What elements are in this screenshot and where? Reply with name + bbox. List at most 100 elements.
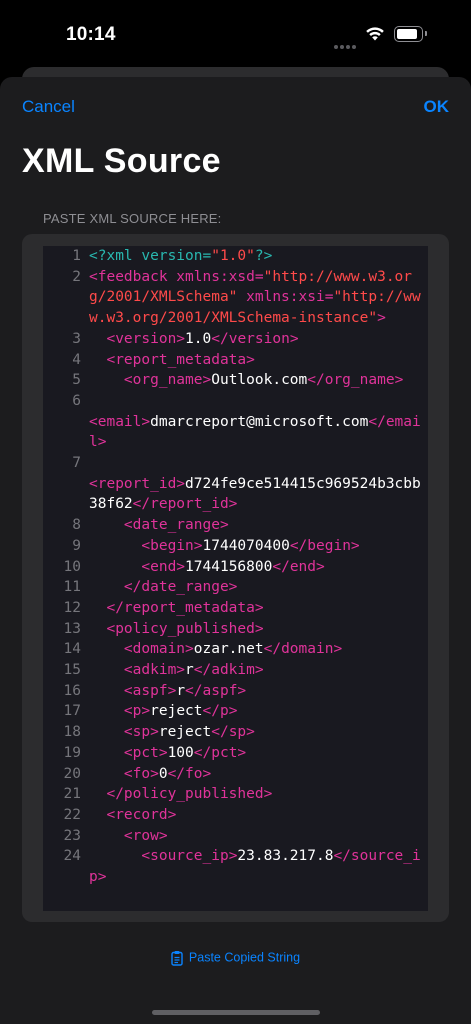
code-text: <org_name>Outlook.com</org_name> — [89, 370, 423, 391]
code-text: <fo>0</fo> — [89, 764, 423, 785]
code-token: <row> — [123, 827, 168, 844]
line-number: 21 — [63, 786, 81, 803]
code-token: <p> — [123, 703, 151, 720]
line-number: 24 — [63, 848, 81, 865]
code-text: </report_metadata> — [89, 598, 423, 619]
line-number: 17 — [63, 703, 81, 720]
code-token: ozar.net — [193, 641, 264, 658]
code-line: 6 <email>dmarcreport@microsoft.com</emai… — [43, 391, 428, 453]
cancel-button[interactable]: Cancel — [22, 97, 75, 117]
line-number: 19 — [63, 744, 81, 761]
line-number: 16 — [63, 682, 81, 699]
code-line: 21 </policy_published> — [43, 784, 428, 805]
code-token: </fo> — [167, 765, 212, 782]
code-text: </policy_published> — [89, 784, 423, 805]
line-number: 2 — [72, 268, 81, 285]
code-token: reject — [158, 724, 212, 741]
section-header: PASTE XML SOURCE HERE: — [43, 211, 222, 226]
code-token: </policy_published> — [106, 786, 273, 803]
line-number: 9 — [72, 537, 81, 554]
home-indicator — [152, 1010, 320, 1015]
code-token: r — [185, 662, 194, 679]
code-token: ?> — [254, 248, 273, 264]
code-token: <domain> — [123, 641, 194, 658]
code-line: 20 <fo>0</fo> — [43, 764, 428, 785]
code-line: 7 <report_id>d724fe9ce514415c969524b3cbb… — [43, 453, 428, 515]
code-token: </end> — [272, 558, 325, 575]
line-number: 3 — [72, 330, 81, 347]
line-number: 20 — [63, 765, 81, 782]
code-text: <record> — [89, 805, 423, 826]
code-text: <p>reject</p> — [89, 701, 423, 722]
code-token: <aspf> — [123, 682, 177, 699]
ok-button[interactable]: OK — [424, 97, 450, 117]
code-text: <?xml version="1.0"?> — [89, 246, 423, 267]
battery-icon — [394, 26, 427, 42]
code-line: 9 <begin>1744070400</begin> — [43, 536, 428, 557]
code-lines: 1 <?xml version="1.0"?> 2 <feedback xmlns:x… — [43, 246, 428, 888]
code-line: 11 </date_range> — [43, 577, 428, 598]
code-token: <version> — [106, 330, 186, 347]
code-text: <end>1744156800</end> — [89, 557, 423, 578]
code-token: 1.0 — [185, 330, 212, 347]
status-time: 10:14 — [66, 24, 116, 45]
code-token: <email> — [89, 413, 151, 430]
code-line: 8 <date_range> — [43, 515, 428, 536]
code-line: 1 <?xml version="1.0"?> — [43, 246, 428, 267]
code-line: 24 <source_ip>23.83.217.8</source_ip> — [43, 846, 428, 887]
xml-source-editor[interactable]: 1 <?xml version="1.0"?> 2 <feedback xmlns:x… — [43, 246, 428, 911]
code-line: 10 <end>1744156800</end> — [43, 557, 428, 578]
code-token: </org_name> — [307, 372, 404, 389]
code-token: </aspf> — [185, 682, 247, 699]
code-text: </date_range> — [89, 577, 423, 598]
code-token: xmlns:xsi= — [237, 289, 334, 306]
code-line: 5 <org_name>Outlook.com</org_name> — [43, 370, 428, 391]
line-number: 12 — [63, 599, 81, 616]
line-number: 13 — [63, 620, 81, 637]
clipboard-icon — [171, 951, 183, 966]
code-token: <sp> — [123, 724, 159, 741]
code-text: <sp>reject</sp> — [89, 722, 423, 743]
code-text: <policy_published> — [89, 619, 423, 640]
code-token: dmarcreport@microsoft.com — [150, 413, 369, 430]
code-text: <source_ip>23.83.217.8</source_ip> — [89, 846, 423, 887]
code-token: <report_metadata> — [106, 351, 255, 368]
code-token: <pct> — [123, 744, 168, 761]
code-token: r — [176, 682, 186, 699]
code-token: </sp> — [211, 724, 255, 741]
code-line: 19 <pct>100</pct> — [43, 743, 428, 764]
code-token: reject — [150, 703, 203, 720]
code-text: <version>1.0</version> — [89, 329, 423, 350]
code-line: 13 <policy_published> — [43, 619, 428, 640]
code-line: 17 <p>reject</p> — [43, 701, 428, 722]
code-token: <org_name> — [123, 372, 212, 389]
code-token: </domain> — [263, 641, 343, 658]
line-number: 15 — [63, 662, 81, 679]
wifi-icon — [366, 27, 384, 41]
line-number: 22 — [63, 806, 81, 823]
line-number: 6 — [72, 392, 81, 409]
code-token: </report_id> — [132, 496, 238, 513]
code-line: 23 <row> — [43, 826, 428, 847]
code-token: Outlook.com — [211, 372, 308, 389]
code-token: </adkim> — [193, 662, 264, 679]
paste-copied-string-button[interactable]: Paste Copied String — [0, 950, 471, 966]
line-number: 8 — [72, 517, 81, 534]
code-token: <policy_published> — [106, 620, 264, 637]
line-number: 18 — [63, 724, 81, 741]
line-number: 11 — [63, 579, 81, 596]
code-token: 100 — [167, 744, 194, 761]
